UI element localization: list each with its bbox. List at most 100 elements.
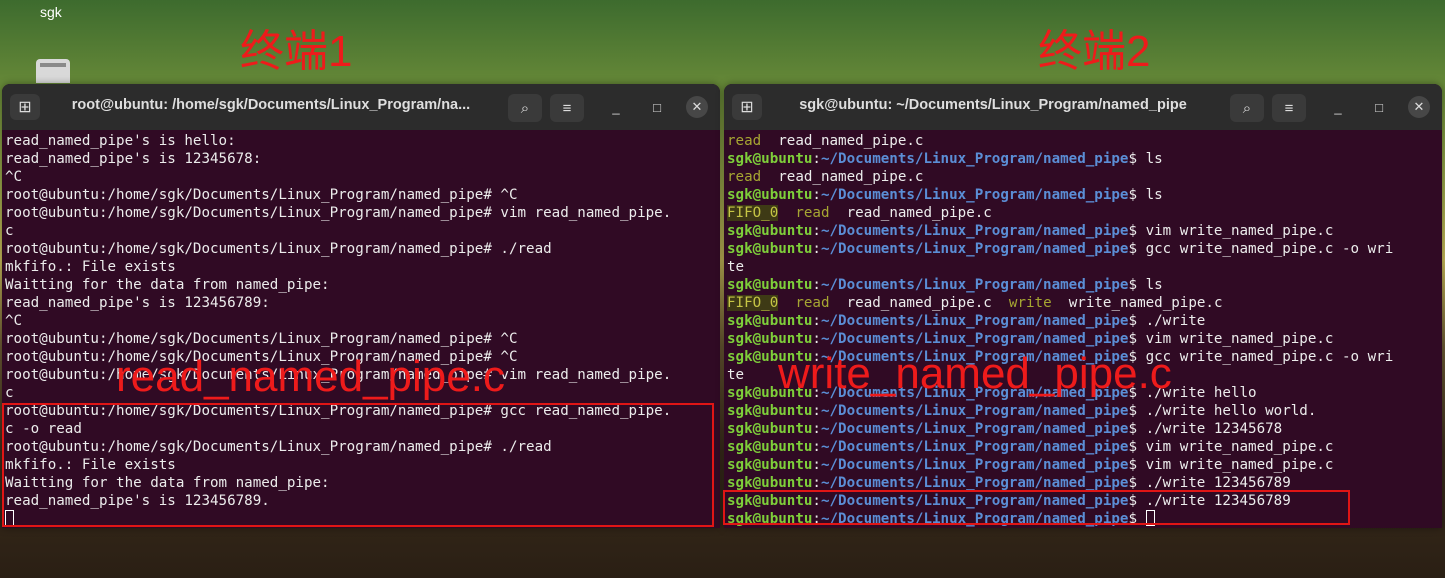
prompt-colon: :: [812, 187, 821, 203]
prompt-dollar: $: [1128, 457, 1146, 473]
output-read: read: [727, 169, 762, 185]
desktop-icon-label[interactable]: sgk: [40, 4, 62, 20]
output-read: read: [795, 205, 830, 221]
prompt-colon: :: [812, 313, 821, 329]
prompt-dollar: $: [1128, 277, 1146, 293]
close-icon[interactable]: ✕: [1408, 96, 1430, 118]
output-write: write: [1008, 295, 1052, 311]
prompt-path: ~/Documents/Linux_Program/named_pipe: [820, 331, 1129, 347]
menu-icon[interactable]: ≡: [1272, 94, 1306, 122]
search-icon[interactable]: ⌕: [508, 94, 542, 122]
window-title: sgk@ubuntu: ~/Documents/Linux_Program/na…: [799, 97, 1187, 113]
titlebar[interactable]: ⊞ root@ubuntu: /home/sgk/Documents/Linux…: [2, 84, 720, 130]
terminal-line: root@ubuntu:/home/sgk/Documents/Linux_Pr…: [5, 187, 518, 203]
command-text: gcc write_named_pipe.c -o wri: [1145, 241, 1394, 257]
highlight-box-terminal2: [723, 490, 1350, 525]
terminal2-annotation: 终端2: [1038, 27, 1151, 76]
wrapped-line: te: [727, 259, 745, 275]
prompt-dollar: $: [1128, 331, 1146, 347]
prompt-colon: :: [812, 331, 821, 347]
prompt-colon: :: [812, 457, 821, 473]
output-line: FIFO_0 read read_named_pipe.c write writ…: [727, 294, 1440, 312]
terminal1-file-annotation: read_named_pipe.c: [116, 352, 505, 401]
prompt-dollar: $: [1128, 421, 1146, 437]
minimize-icon[interactable]: _: [605, 96, 627, 118]
output-read: read: [727, 133, 762, 149]
command-text: ./write hello world.: [1145, 403, 1317, 419]
prompt-user: sgk@ubuntu: [727, 151, 813, 167]
output-fifo: FIFO_0: [727, 205, 779, 221]
menu-icon[interactable]: ≡: [550, 94, 584, 122]
highlight-box-terminal1: [2, 403, 714, 527]
output-fifo: FIFO_0: [727, 295, 779, 311]
maximize-icon[interactable]: □: [1368, 96, 1390, 118]
new-tab-icon[interactable]: ⊞: [10, 94, 40, 120]
command-text: ls: [1145, 187, 1163, 203]
prompt-line: sgk@ubuntu:~/Documents/Linux_Program/nam…: [727, 240, 1440, 258]
output-file: read_named_pipe.c: [846, 205, 992, 221]
prompt-line: sgk@ubuntu:~/Documents/Linux_Program/nam…: [727, 222, 1440, 240]
prompt-path: ~/Documents/Linux_Program/named_pipe: [820, 223, 1129, 239]
terminal-line: read_named_pipe's is 12345678:: [5, 151, 262, 167]
prompt-path: ~/Documents/Linux_Program/named_pipe: [820, 457, 1129, 473]
new-tab-icon[interactable]: ⊞: [732, 94, 762, 120]
close-icon[interactable]: ✕: [686, 96, 708, 118]
prompt-colon: :: [812, 475, 821, 491]
prompt-user: sgk@ubuntu: [727, 403, 813, 419]
prompt-user: sgk@ubuntu: [727, 313, 813, 329]
titlebar[interactable]: ⊞ sgk@ubuntu: ~/Documents/Linux_Program/…: [724, 84, 1442, 130]
prompt-line: sgk@ubuntu:~/Documents/Linux_Program/nam…: [727, 186, 1440, 204]
command-text: vim write_named_pipe.c: [1145, 331, 1334, 347]
terminal2-file-annotation: write_named_pipe.c: [778, 349, 1172, 398]
prompt-user: sgk@ubuntu: [727, 457, 813, 473]
prompt-colon: :: [812, 421, 821, 437]
home-folder-icon[interactable]: [36, 59, 70, 83]
prompt-user: sgk@ubuntu: [727, 331, 813, 347]
window-title: root@ubuntu: /home/sgk/Documents/Linux_P…: [71, 97, 471, 113]
command-text: ./write 12345678: [1145, 421, 1283, 437]
terminal1-annotation: 终端1: [240, 27, 353, 76]
minimize-icon[interactable]: _: [1327, 96, 1349, 118]
prompt-user: sgk@ubuntu: [727, 277, 813, 293]
prompt-line: sgk@ubuntu:~/Documents/Linux_Program/nam…: [727, 456, 1440, 474]
prompt-colon: :: [812, 277, 821, 293]
prompt-user: sgk@ubuntu: [727, 421, 813, 437]
output-line: read read_named_pipe.c: [727, 132, 1440, 150]
terminal-line: read_named_pipe's is hello:: [5, 133, 236, 149]
prompt-line: sgk@ubuntu:~/Documents/Linux_Program/nam…: [727, 438, 1440, 456]
prompt-dollar: $: [1128, 475, 1146, 491]
terminal-window-2[interactable]: ⊞ sgk@ubuntu: ~/Documents/Linux_Program/…: [724, 84, 1442, 528]
command-text: vim write_named_pipe.c: [1145, 439, 1334, 455]
command-text: vim write_named_pipe.c: [1145, 457, 1334, 473]
prompt-colon: :: [812, 439, 821, 455]
search-icon[interactable]: ⌕: [1230, 94, 1264, 122]
prompt-path: ~/Documents/Linux_Program/named_pipe: [820, 475, 1129, 491]
prompt-dollar: $: [1128, 313, 1146, 329]
terminal-line: root@ubuntu:/home/sgk/Documents/Linux_Pr…: [5, 205, 672, 221]
prompt-dollar: $: [1128, 223, 1146, 239]
prompt-line: sgk@ubuntu:~/Documents/Linux_Program/nam…: [727, 150, 1440, 168]
prompt-dollar: $: [1128, 439, 1146, 455]
output-line: FIFO_0 read read_named_pipe.c: [727, 204, 1440, 222]
terminal-line: root@ubuntu:/home/sgk/Documents/Linux_Pr…: [5, 331, 518, 347]
command-text: vim write_named_pipe.c: [1145, 223, 1334, 239]
prompt-path: ~/Documents/Linux_Program/named_pipe: [820, 277, 1129, 293]
prompt-path: ~/Documents/Linux_Program/named_pipe: [820, 151, 1129, 167]
prompt-colon: :: [812, 403, 821, 419]
output-file: read_named_pipe.c: [761, 133, 924, 149]
prompt-path: ~/Documents/Linux_Program/named_pipe: [820, 421, 1129, 437]
prompt-colon: :: [812, 223, 821, 239]
prompt-user: sgk@ubuntu: [727, 241, 813, 257]
output-line: read read_named_pipe.c: [727, 168, 1440, 186]
prompt-line: sgk@ubuntu:~/Documents/Linux_Program/nam…: [727, 330, 1440, 348]
prompt-path: ~/Documents/Linux_Program/named_pipe: [820, 187, 1129, 203]
terminal-output[interactable]: read read_named_pipe.c sgk@ubuntu:~/Docum…: [727, 132, 1440, 528]
prompt-path: ~/Documents/Linux_Program/named_pipe: [820, 439, 1129, 455]
maximize-icon[interactable]: □: [646, 96, 668, 118]
prompt-dollar: $: [1128, 403, 1146, 419]
terminal-line: ^C: [5, 313, 23, 329]
prompt-path: ~/Documents/Linux_Program/named_pipe: [820, 403, 1129, 419]
terminal-line: c: [5, 223, 14, 239]
command-text: ls: [1145, 277, 1163, 293]
prompt-user: sgk@ubuntu: [727, 439, 813, 455]
